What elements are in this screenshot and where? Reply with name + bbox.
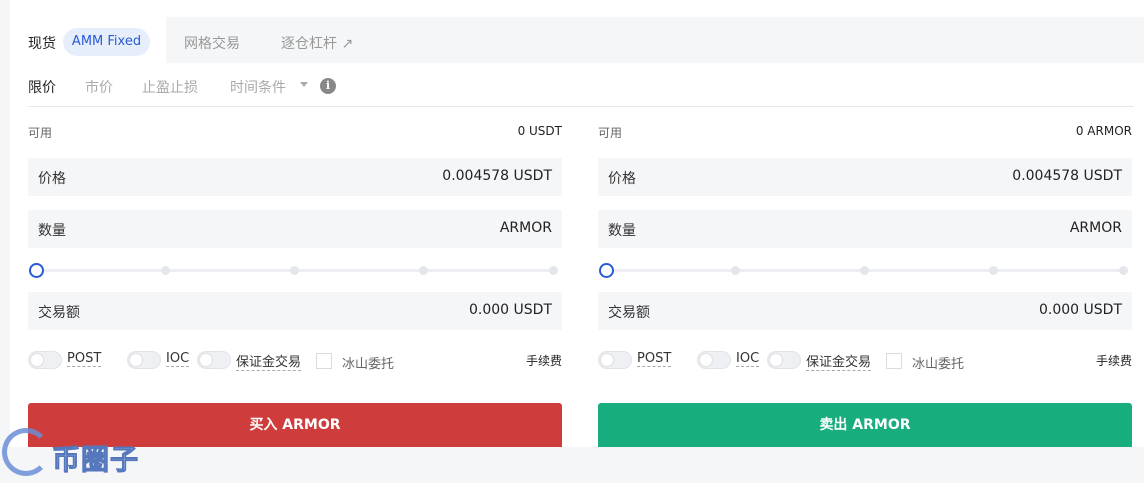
iceberg-label: 冰山委托 [912, 357, 965, 372]
sell-quantity-unit: ARMOR [1069, 220, 1122, 236]
ioc-toggle[interactable] [127, 351, 161, 369]
margin-trade-label: 保证金交易 [806, 351, 872, 371]
sell-total-label: 交易额 [608, 305, 650, 321]
sell-button[interactable]: 卖出 ARMOR [598, 403, 1132, 447]
buy-amount-slider[interactable] [28, 262, 562, 278]
buy-fee-link[interactable]: 手续费 [526, 352, 562, 369]
sell-price-label: 价格 [608, 171, 636, 187]
watermark-logo: 币圈子 [2, 428, 152, 480]
buy-form: 可用 0 USDT 价格 0.004578 USDT 数量 ARMOR 交易额 … [28, 0, 562, 483]
margin-trade-toggle[interactable] [197, 351, 231, 369]
buy-options: POST IOC 保证金交易 冰山委托 手续费 [28, 349, 562, 372]
buy-available-value: 0 USDT [517, 124, 562, 138]
post-toggle[interactable] [598, 351, 632, 369]
slider-stop-50[interactable] [290, 266, 299, 275]
sell-total-value[interactable]: 0.000 USDT [1039, 302, 1122, 318]
buy-available-label: 可用 [28, 126, 53, 140]
buy-quantity-unit: ARMOR [499, 220, 552, 236]
slider-stop-50[interactable] [860, 266, 869, 275]
ioc-toggle[interactable] [697, 351, 731, 369]
buy-total-label: 交易额 [38, 305, 80, 321]
sell-quantity-field[interactable]: 数量 ARMOR [598, 210, 1132, 248]
slider-stop-75[interactable] [989, 266, 998, 275]
sell-form: 可用 0 ARMOR 价格 0.004578 USDT 数量 ARMOR 交易额… [598, 0, 1132, 483]
slider-stop-100[interactable] [1119, 266, 1128, 275]
buy-quantity-label: 数量 [38, 223, 66, 239]
sell-total-field[interactable]: 交易额 0.000 USDT [598, 292, 1132, 330]
sell-fee-link[interactable]: 手续费 [1096, 352, 1132, 369]
ioc-label: IOC [166, 351, 190, 367]
sell-available-value: 0 ARMOR [1075, 124, 1132, 138]
sell-price-value[interactable]: 0.004578 USDT [1012, 168, 1122, 184]
post-label: POST [637, 351, 672, 367]
slider-stop-25[interactable] [161, 266, 170, 275]
sell-options: POST IOC 保证金交易 冰山委托 手续费 [598, 349, 1132, 372]
iceberg-checkbox[interactable] [886, 353, 902, 369]
watermark-text: 币圈子 [51, 443, 140, 477]
post-label: POST [67, 351, 102, 367]
slider-handle[interactable] [599, 263, 614, 278]
sell-quantity-label: 数量 [608, 223, 636, 239]
buy-total-value[interactable]: 0.000 USDT [469, 302, 552, 318]
buy-price-value[interactable]: 0.004578 USDT [442, 168, 552, 184]
buy-price-label: 价格 [38, 171, 66, 187]
buy-price-field[interactable]: 价格 0.004578 USDT [28, 158, 562, 196]
sell-amount-slider[interactable] [598, 262, 1132, 278]
sell-price-field[interactable]: 价格 0.004578 USDT [598, 158, 1132, 196]
buy-quantity-field[interactable]: 数量 ARMOR [28, 210, 562, 248]
iceberg-checkbox[interactable] [316, 353, 332, 369]
sell-available-label: 可用 [598, 126, 623, 140]
watermark-circle-icon [2, 428, 50, 476]
slider-stop-25[interactable] [731, 266, 740, 275]
ioc-label: IOC [736, 351, 760, 367]
buy-total-field[interactable]: 交易额 0.000 USDT [28, 292, 562, 330]
iceberg-label: 冰山委托 [342, 357, 395, 372]
post-toggle[interactable] [28, 351, 62, 369]
margin-trade-toggle[interactable] [767, 351, 801, 369]
slider-stop-100[interactable] [549, 266, 558, 275]
slider-stop-75[interactable] [419, 266, 428, 275]
margin-trade-label: 保证金交易 [236, 351, 302, 371]
slider-handle[interactable] [29, 263, 44, 278]
